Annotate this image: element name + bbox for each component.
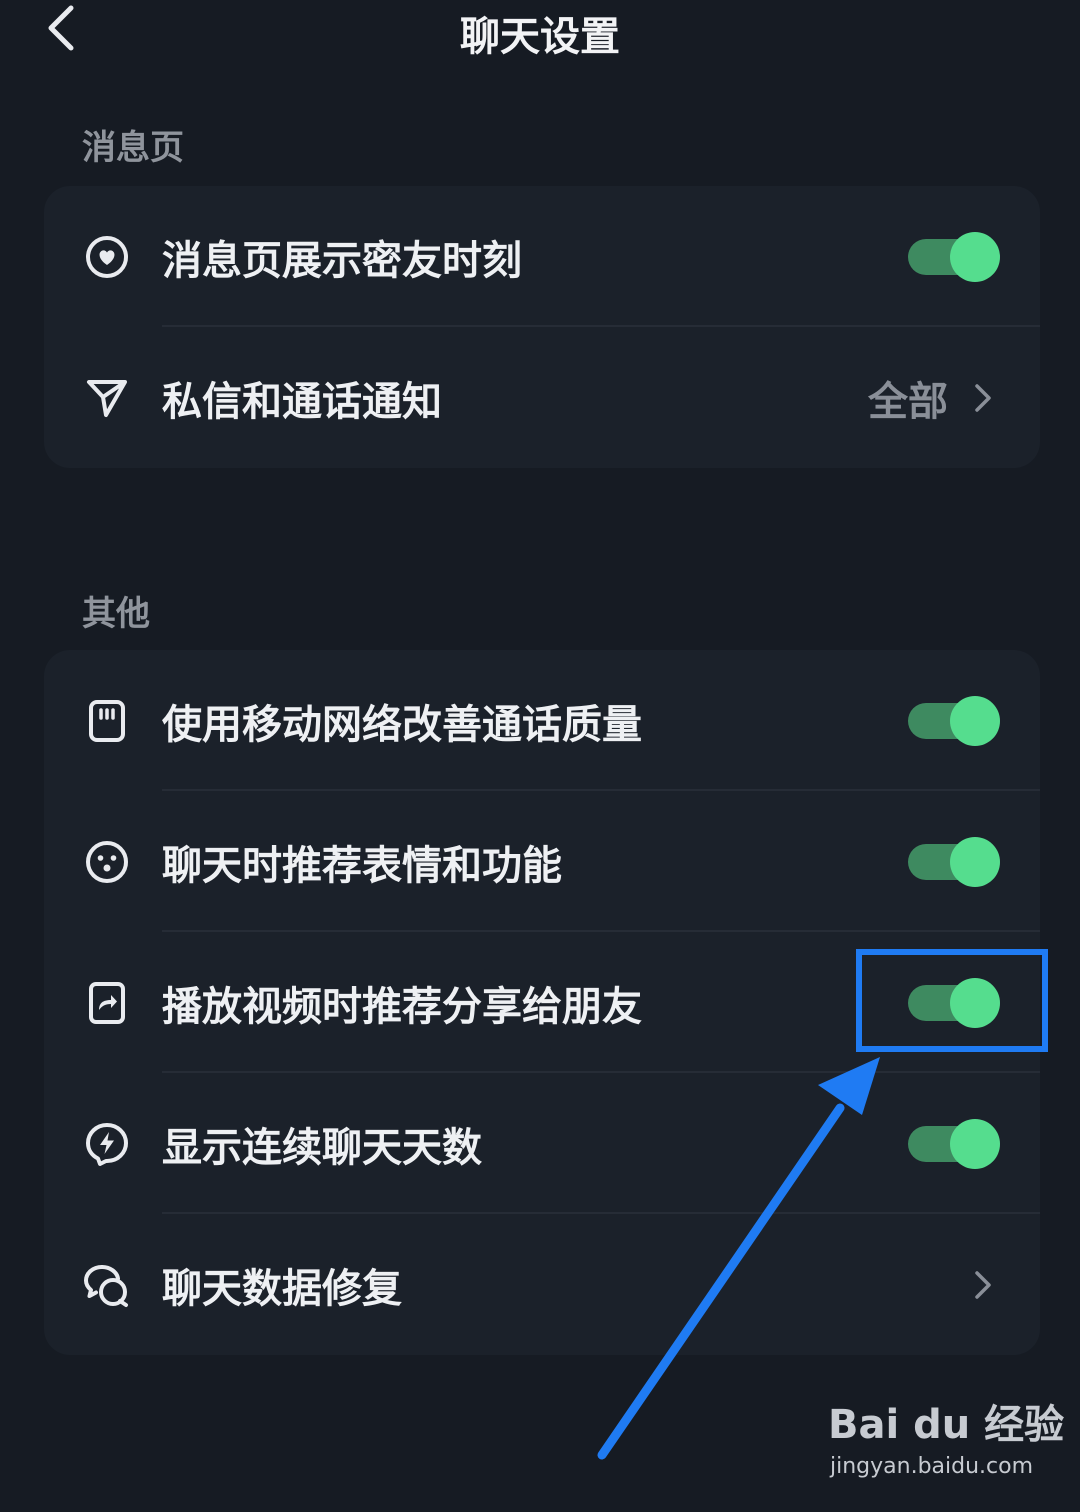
chat-bubbles-icon: [82, 1260, 132, 1310]
smiley-icon: [82, 837, 132, 887]
setting-row-dm-call-notifications[interactable]: 私信和通话通知 全部: [44, 327, 1040, 468]
setting-label: 使用移动网络改善通话质量: [162, 701, 642, 748]
setting-row-mobile-network-call-quality[interactable]: 使用移动网络改善通话质量: [44, 650, 1040, 791]
setting-label: 聊天时推荐表情和功能: [162, 842, 562, 889]
toggle-switch[interactable]: [908, 836, 1000, 887]
chevron-right-icon: [975, 1270, 991, 1299]
watermark-url: jingyan.baidu.com: [830, 1454, 1034, 1479]
page-title: 聊天设置: [460, 14, 620, 60]
setting-label: 消息页展示密友时刻: [162, 237, 522, 284]
setting-row-close-friend-moments[interactable]: 消息页展示密友时刻: [44, 186, 1040, 327]
setting-row-recommend-emoji[interactable]: 聊天时推荐表情和功能: [44, 791, 1040, 932]
heart-circle-icon: [82, 232, 132, 282]
chevron-right-icon: [975, 383, 991, 412]
section-title-other: 其他: [82, 594, 150, 634]
baidu-jingyan-watermark: Bai du 经验 jingyan.baidu.com: [828, 1392, 1064, 1492]
setting-label: 显示连续聊天天数: [162, 1124, 482, 1171]
share-icon: [82, 978, 132, 1028]
setting-value: 全部: [868, 378, 948, 425]
lightning-icon: [82, 1119, 132, 1169]
send-icon: [82, 373, 132, 423]
setting-label: 播放视频时推荐分享给朋友: [162, 983, 642, 1030]
setting-label: 私信和通话通知: [162, 378, 442, 425]
settings-card-messages: 消息页展示密友时刻 私信和通话通知 全部: [44, 186, 1040, 468]
watermark-brand: Bai du 经验: [828, 1402, 1065, 1448]
annotation-highlight-box: [856, 949, 1048, 1052]
sim-card-icon: [82, 696, 132, 746]
toggle-switch[interactable]: [908, 231, 1000, 282]
toggle-switch[interactable]: [908, 1118, 1000, 1169]
toggle-switch[interactable]: [908, 695, 1000, 746]
section-title-messages: 消息页: [82, 128, 184, 168]
setting-row-chat-data-repair[interactable]: 聊天数据修复: [44, 1214, 1040, 1355]
header-bar: 聊天设置: [0, 0, 1080, 64]
setting-label: 聊天数据修复: [162, 1265, 402, 1312]
setting-row-chat-streak[interactable]: 显示连续聊天天数: [44, 1073, 1040, 1214]
